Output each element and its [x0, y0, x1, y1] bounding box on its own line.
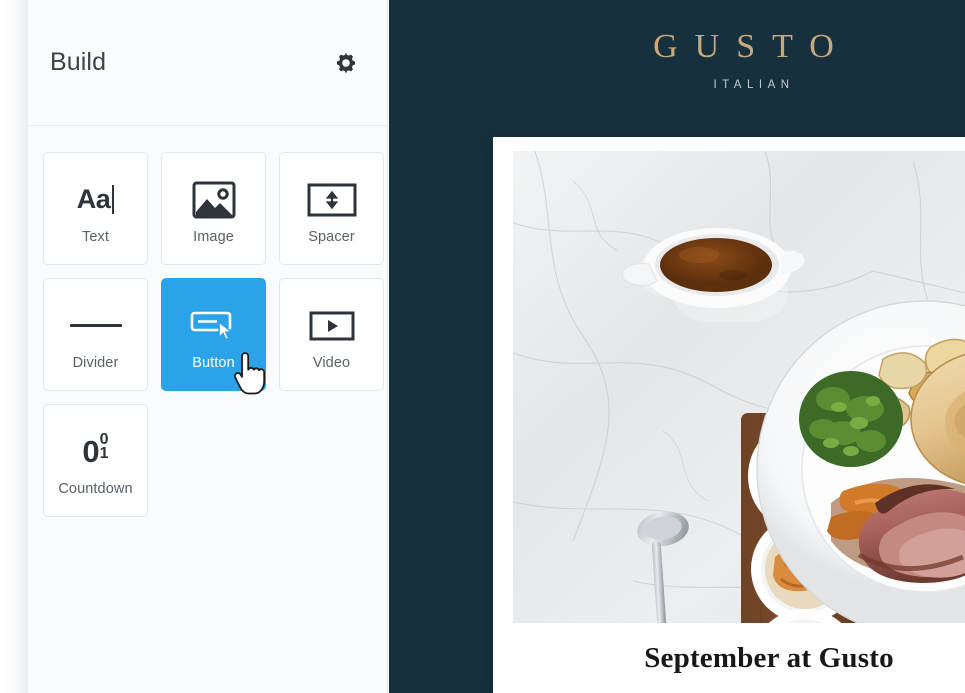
- tile-text[interactable]: Aa Text: [43, 152, 148, 265]
- tile-spacer[interactable]: Spacer: [279, 152, 384, 265]
- tile-label-spacer: Spacer: [308, 228, 355, 245]
- tile-divider[interactable]: Divider: [43, 278, 148, 391]
- email-builder-app: Build Aa Text Image Spacer Divider Butto…: [0, 0, 965, 693]
- page-title: Build: [50, 48, 107, 76]
- sunday-roast-photo: [513, 151, 965, 623]
- tile-label-divider: Divider: [72, 354, 119, 371]
- left-gutter-shadow: [0, 0, 28, 693]
- tile-label-image: Image: [193, 228, 234, 245]
- countdown-digits-icon: 0 0 1: [82, 425, 108, 479]
- gear-icon: [336, 52, 356, 73]
- tile-label-text: Text: [82, 228, 109, 245]
- sidebar-header: Build: [28, 0, 387, 126]
- hero-image-block[interactable]: [513, 151, 965, 623]
- brand-logo-text: GUSTO: [653, 28, 851, 65]
- tile-button[interactable]: Button: [161, 278, 266, 391]
- brand-header: GUSTO ITALIAN: [389, 0, 965, 91]
- tile-countdown[interactable]: 0 0 1 Countdown: [43, 404, 148, 517]
- plate-greens: [799, 371, 903, 467]
- countdown-flip-top: 0: [99, 430, 109, 448]
- tile-label-video: Video: [312, 354, 351, 371]
- text-aa-cursor-icon: Aa: [77, 173, 115, 227]
- tile-video[interactable]: Video: [279, 278, 384, 391]
- countdown-zero: 0: [82, 433, 99, 469]
- image-picture-icon: [192, 181, 235, 218]
- tile-image[interactable]: Image: [161, 152, 266, 265]
- email-canvas-card[interactable]: September at Gusto: [493, 137, 965, 693]
- spacer-vertical-arrow-icon: [307, 183, 356, 216]
- block-tile-grid: Aa Text Image Spacer Divider Button Vide…: [28, 126, 388, 517]
- settings-button[interactable]: [331, 48, 361, 78]
- button-click-cursor-icon: [190, 311, 234, 341]
- tile-label-countdown: Countdown: [58, 480, 133, 497]
- brand-subtitle: ITALIAN: [713, 79, 795, 91]
- email-preview-pane: GUSTO ITALIAN September at Gusto: [389, 0, 965, 693]
- build-sidebar: Build Aa Text Image Spacer Divider Butto…: [28, 0, 388, 693]
- countdown-flip-bottom: 1: [99, 444, 109, 462]
- email-headline: September at Gusto: [644, 642, 894, 674]
- text-caret: [112, 185, 115, 214]
- divider-line-icon: [69, 299, 122, 353]
- tile-label-button: Button: [192, 354, 235, 371]
- text-tile-glyph: Aa: [76, 184, 111, 214]
- video-play-icon: [309, 311, 354, 340]
